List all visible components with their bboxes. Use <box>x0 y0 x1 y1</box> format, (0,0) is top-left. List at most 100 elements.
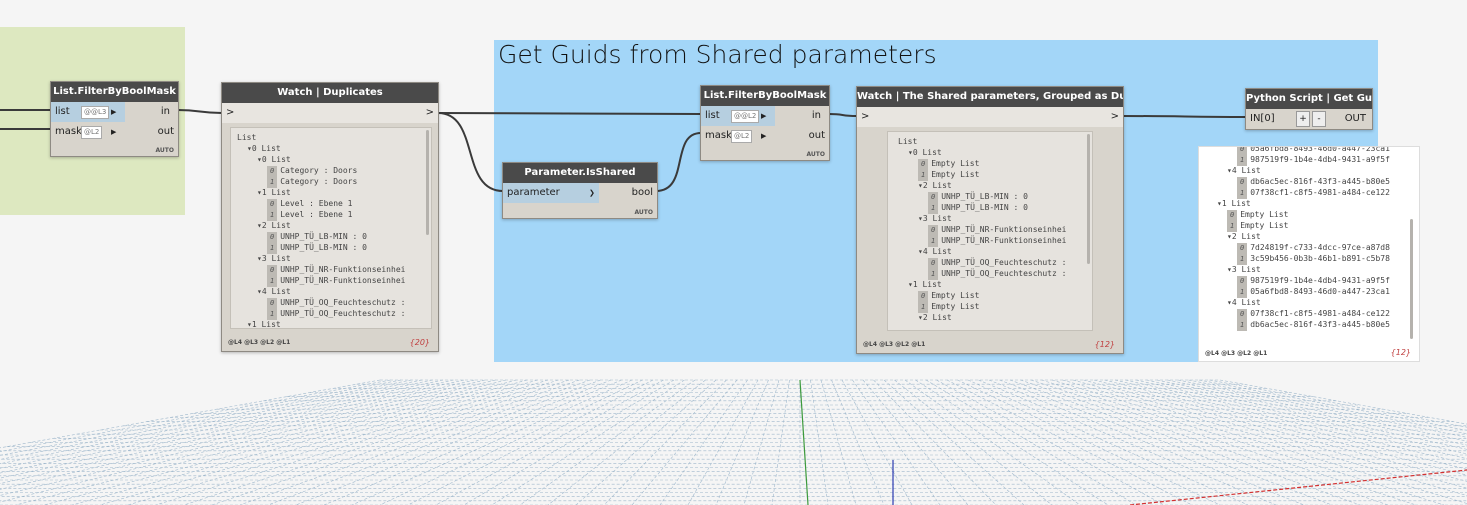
tree-item-text[interactable]: ▾1 List <box>247 320 281 328</box>
level-labels: @L4 @L3 @L2 @L1 <box>228 339 291 346</box>
node-title[interactable]: Python Script | Get Guids <box>1246 89 1372 109</box>
item-count: {12} <box>1094 340 1115 349</box>
port-row-list: list @@L2 ▶ in <box>701 106 829 126</box>
input-port-list[interactable]: list @@L2 ▶ <box>701 106 775 126</box>
tree-item-text[interactable]: List <box>237 133 256 142</box>
tree-item-text: UNHP_TÜ_NR-Funktionseinhei <box>941 236 1067 245</box>
tree-item-text[interactable]: ▾0 List <box>257 155 291 164</box>
lacing-field[interactable]: @@L2 <box>731 110 760 123</box>
tree-item: ▾4 List <box>237 286 425 297</box>
grid-line <box>894 379 1053 505</box>
node-title[interactable]: Watch | The Shared parameters, Grouped a… <box>857 87 1123 107</box>
tree-view: List ▾0 List ▾0 List 0 Category : Doors 1 Cate… <box>231 128 431 328</box>
tree-item: ▾3 List <box>898 213 1082 224</box>
lacing-field[interactable]: @L2 <box>731 130 753 143</box>
axis-x-line <box>1129 469 1467 505</box>
chevron-right-icon: ▶ <box>761 112 767 120</box>
input-port[interactable]: > <box>226 103 234 123</box>
input-port[interactable]: > <box>861 107 869 127</box>
tree-item-text: 07f38cf1-c8f5-4981-a484-ce122 <box>1250 188 1390 197</box>
node-python-script[interactable]: Python Script | Get Guids IN[0] + - OUT <box>1245 88 1373 130</box>
output-port[interactable]: > <box>1111 107 1119 127</box>
output-port-in[interactable]: in <box>161 102 170 122</box>
tree-item-text[interactable]: ▾4 List <box>918 247 952 256</box>
lacing-field[interactable]: @@L3 <box>81 106 110 119</box>
node-title[interactable]: Parameter.IsShared <box>503 163 657 183</box>
tree-item: ▾2 List <box>237 220 425 231</box>
output-port-out[interactable]: out <box>809 126 825 146</box>
input-port-mask[interactable]: mask @L2 ▶ <box>701 126 775 146</box>
tree-item-text[interactable]: ▾4 List <box>257 287 291 296</box>
output-port-out[interactable]: OUT <box>1345 109 1366 129</box>
remove-input-button[interactable]: - <box>1312 111 1326 127</box>
watch-preview[interactable]: List ▾0 List 0 Empty List 1 Empty List ▾2 List… <box>887 131 1093 331</box>
node-title[interactable]: List.FilterByBoolMask <box>51 82 178 102</box>
scrollbar[interactable] <box>1410 219 1413 339</box>
tree-item: 0 Level : Ebene 1 <box>237 198 425 210</box>
tree-item-text: db6ac5ec-816f-43f3-a445-b80e5 <box>1250 320 1390 329</box>
port-row: parameter ❯ bool <box>503 183 657 203</box>
watch-preview[interactable]: List ▾0 List ▾0 List 0 Category : Doors 1 Cate… <box>230 127 432 329</box>
tree-item: 1 Level : Ebene 1 <box>237 209 425 221</box>
tree-item-text[interactable]: ▾3 List <box>918 214 952 223</box>
node-parameter-is-shared[interactable]: Parameter.IsShared parameter ❯ bool AUTO <box>502 162 658 219</box>
tree-item-text[interactable]: ▾3 List <box>1227 265 1261 274</box>
node-watch-shared-parameters[interactable]: Watch | The Shared parameters, Grouped a… <box>856 86 1124 354</box>
tree-item: 0 Empty List <box>1207 209 1411 221</box>
tree-item: 1 Empty List <box>898 169 1082 181</box>
tree-item: 0 UNHP_TÜ_LB-MIN : 0 <box>237 231 425 243</box>
tree-item-text: UNHP_TÜ_OQ_Feuchteschutz : <box>280 298 406 307</box>
chevron-right-icon: ❯ <box>589 189 595 197</box>
tree-item-text[interactable]: ▾4 List <box>1227 298 1261 307</box>
tree-item-text: 7d24819f-c733-4dcc-97ce-a87d8 <box>1250 243 1390 252</box>
tree-item-text[interactable]: ▾2 List <box>918 181 952 190</box>
tree-item-text[interactable]: ▾3 List <box>257 254 291 263</box>
level-labels: @L4 @L3 @L2 @L1 <box>1205 350 1268 357</box>
input-port-parameter[interactable]: parameter ❯ <box>503 183 599 203</box>
tree-item-text[interactable]: ▾1 List <box>1217 199 1251 208</box>
tree-item-text: UNHP_TÜ_LB-MIN : 0 <box>941 192 1028 201</box>
tree-item-text[interactable]: ▾2 List <box>1227 232 1261 241</box>
node-title[interactable]: Watch | Duplicates <box>222 83 438 103</box>
tree-item-text[interactable]: ▾0 List <box>908 148 942 157</box>
port-label: list <box>55 106 70 117</box>
node-watch-duplicates[interactable]: Watch | Duplicates > > List ▾0 List ▾0 Lis… <box>221 82 439 352</box>
tree-item-text[interactable]: ▾0 List <box>247 144 281 153</box>
tree-item: ▾0 List <box>237 154 425 165</box>
add-input-button[interactable]: + <box>1296 111 1310 127</box>
output-port-in[interactable]: in <box>812 106 821 126</box>
input-port-mask[interactable]: mask @L2 ▶ <box>51 122 125 142</box>
tree-item: ▾4 List <box>898 246 1082 257</box>
group-title[interactable]: Get Guids from Shared parameters <box>498 40 937 69</box>
tree-item-text[interactable]: ▾1 List <box>908 280 942 289</box>
tree-item-text[interactable]: ▾1 List <box>257 188 291 197</box>
tree-item-text[interactable]: ▾4 List <box>1227 166 1261 175</box>
tree-item-text[interactable]: ▾2 List <box>918 313 952 322</box>
node-title[interactable]: List.FilterByBoolMask <box>701 86 829 106</box>
output-port-out[interactable]: out <box>158 122 174 142</box>
tree-item: List <box>898 136 1082 147</box>
tree-item: 1 Category : Doors <box>237 176 425 188</box>
lacing-field[interactable]: @L2 <box>81 126 103 139</box>
tree-item-text[interactable]: List <box>898 137 917 146</box>
tree-item: 1 987519f9-1b4e-4db4-9431-a9f5f <box>1207 154 1411 166</box>
input-port-in0[interactable]: IN[0] <box>1250 109 1275 129</box>
output-port[interactable]: > <box>426 103 434 123</box>
tree-item-text[interactable]: ▾2 List <box>257 221 291 230</box>
tree-item: ▾1 List <box>1207 198 1411 209</box>
tree-item-text: Category : Doors <box>280 177 358 186</box>
node-filter-by-bool-mask-1[interactable]: List.FilterByBoolMask list @@L3 ▶ in mas… <box>50 81 179 157</box>
tree-item: 0 UNHP_TÜ_NR-Funktionseinhei <box>237 264 425 276</box>
tree-item-text: UNHP_TÜ_LB-MIN : 0 <box>280 232 367 241</box>
python-output-preview[interactable]: 0 05a6fbd8-8493-46d0-a447-23ca1 1 987519f9-… <box>1198 146 1420 362</box>
tree-item-text: 07f38cf1-c8f5-4981-a484-ce122 <box>1250 309 1390 318</box>
tree-item: 0 Empty List <box>898 158 1082 170</box>
scrollbar[interactable] <box>426 130 429 235</box>
node-filter-by-bool-mask-2[interactable]: List.FilterByBoolMask list @@L2 ▶ in mas… <box>700 85 830 161</box>
port-row-mask: mask @L2 ▶ out <box>701 126 829 146</box>
input-port-list[interactable]: list @@L3 ▶ <box>51 102 125 122</box>
output-port-bool[interactable]: bool <box>632 183 653 203</box>
scrollbar[interactable] <box>1087 134 1090 264</box>
tree-item-text: Empty List <box>931 291 980 300</box>
tree-item: ▾0 List <box>898 147 1082 158</box>
